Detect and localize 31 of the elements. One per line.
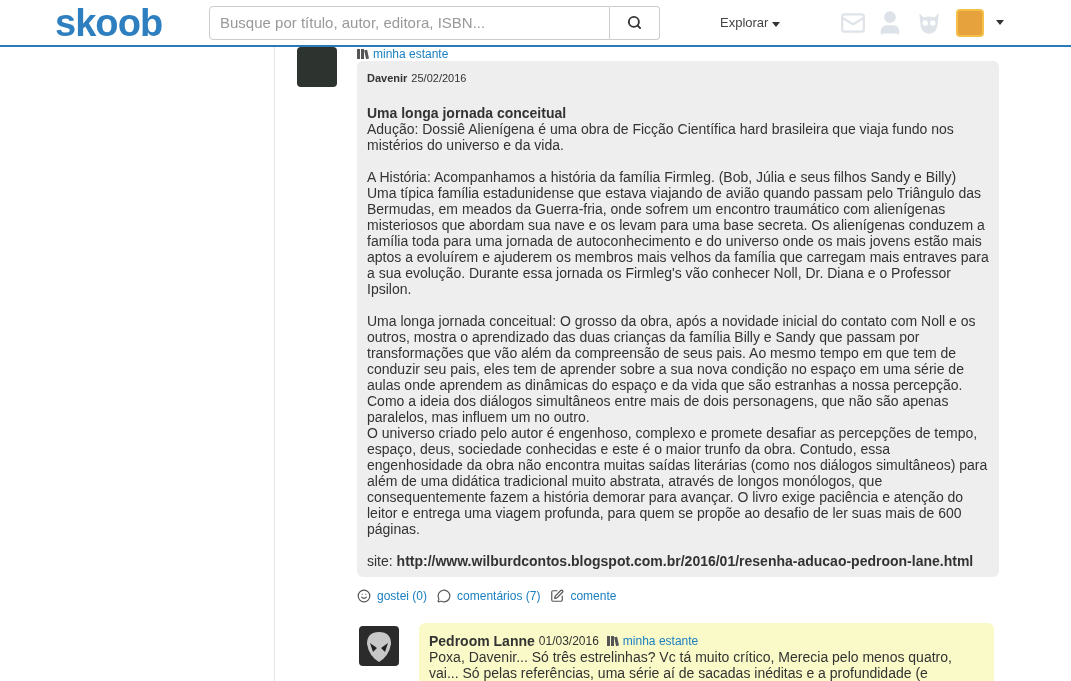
comment-date: 01/03/2016 (538, 633, 599, 649)
user-avatar[interactable] (956, 8, 985, 37)
action-link[interactable]: comentários (7) (457, 587, 541, 605)
reviewer-avatar (297, 47, 337, 87)
review-title: Uma longa jornada conceitual (367, 105, 568, 121)
review-author[interactable]: Davenir (367, 70, 408, 86)
smiley-icon (357, 589, 371, 603)
explore-menu[interactable]: Explorar (720, 12, 781, 33)
alien-avatar (359, 626, 399, 666)
review-date: 25/02/2016 (411, 71, 467, 86)
comment-author[interactable]: Pedroom Lanne (429, 633, 535, 649)
caret-icon[interactable] (996, 20, 1005, 25)
bookshelf-icon (606, 636, 619, 646)
search-field[interactable]: Busque por título, autor, editora, ISBN... (209, 5, 610, 40)
speech-bubble-icon (437, 589, 452, 603)
review-paragraph: site: http://www.wilburdcontos.blogspot.com.br/2016/01/resenha-aducao-pedroon-lane.html (367, 553, 975, 569)
search-icon (627, 15, 642, 30)
shelf-link[interactable]: minha estante (373, 47, 449, 61)
review-paragraph: A História: Acompanhamos a história da família Firmleg. (Bob, Júlia e seus filhos Sandy e Billy) Uma típica família estadunidense que estava viajando de avião quando passam pelo Triângulo das Bermudas, em meados da Guerra-fria, onde sofrem um encontro traumático com alienígenas misteriosos que abordam sua nave e os levam para uma base secreta. Os alienígenas conduzem a família toda para uma jornada de autoconhecimento e do universo onde os mais jovens estão mais aptos a evoluírem e ajuderem os membros mais velhos da família que carregam mais entraves para a sua evolução. Durante essa jornada os Firmleg's vão conhecer Noll, Dr. Diana e o Professor Ipsilon. (367, 169, 989, 297)
review-paragraph: O universo criado pelo autor é engenhoso, complexo e promete desafiar as percepções de tempo, espaço, deus, sociedade conhecidas e este é o maior trunfo da obra. Contudo, essa engenhosidade da obra não encontra muitas saídas literárias (como nos diálogos simultâneos) para além de uma didática tradicional muito abstrata, através de longos monólogos, que consequentemente fazem a história demorar para avançar. O livro exige paciência e atenção do leitor e entrega uma viagem profunda, para quem se propõe ao desafio de ler suas mais de 600 páginas. (367, 425, 989, 537)
action-link[interactable]: comente (570, 587, 617, 605)
logo[interactable]: skoob (55, 3, 175, 42)
shelf-link[interactable]: minha estante (622, 633, 699, 649)
caret-icon (772, 21, 781, 27)
review-paragraph: Adução: Dossiê Alienígena é uma obra de Ficção Científica hard brasileira que viaja fundo nos mistérios do universo e da vida. (367, 121, 955, 153)
review-paragraph: Uma longa jornada conceitual: O grosso da obra, após a novidade inicial do contato com Noll e os outros, mostra o aprendizado das duas crianças da família Billy e Sandy que passam por transformações que vão além da compreensão de seus pais. Ao mesmo tempo em que tem de conduzir seu pais, eles tem de aprender sobre a sua nova condição no espaço em uma série de aulas onde aprendem as dinâmicas do espaço e da vida que são estranhas a nossa percepção. Como a ideia dos diálogos simultâneos entre mais de dois personagens, que não são apenas paralelos, mas influem um no outro. (367, 313, 977, 425)
search-button[interactable] (610, 5, 660, 40)
comment-text: Poxa, Davenir... Só três estrelinhas? Vc tá muito crítico, Merecia pelo menos quatro, vai... Só pelas referências, uma série aí de sacadas inéditas e a profundidade (e (429, 649, 953, 681)
bookshelf-icon (357, 49, 369, 59)
action-link[interactable]: gostei (0) (377, 587, 428, 605)
edit-icon (550, 589, 565, 603)
